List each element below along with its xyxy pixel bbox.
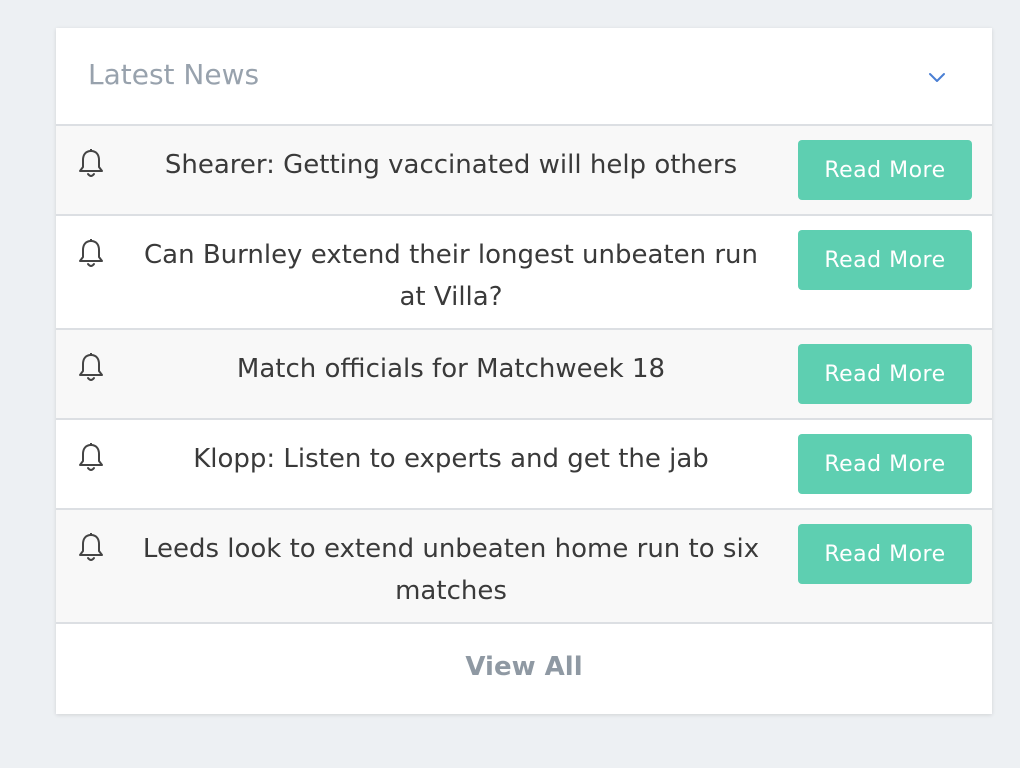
card-footer: View All	[56, 624, 992, 714]
card-header: Latest News	[56, 28, 992, 126]
news-headline: Match officials for Matchweek 18	[236, 354, 666, 384]
read-more-button[interactable]: Read More	[798, 524, 972, 584]
bell-icon	[79, 533, 103, 561]
read-more-button[interactable]: Read More	[798, 140, 972, 200]
chevron-down-icon[interactable]	[926, 66, 948, 88]
bell-icon	[79, 353, 103, 381]
read-more-button[interactable]: Read More	[798, 344, 972, 404]
news-list: Shearer: Getting vaccinated will help ot…	[56, 126, 992, 624]
news-item: Klopp: Listen to experts and get the jab…	[56, 420, 992, 510]
news-headline: Can Burnley extend their longest unbeate…	[143, 240, 759, 312]
latest-news-card: Latest News Shearer: Getting vaccinated …	[56, 28, 992, 714]
news-headline: Leeds look to extend unbeaten home run t…	[142, 534, 760, 606]
view-all-link[interactable]: View All	[56, 652, 992, 682]
news-item: Can Burnley extend their longest unbeate…	[56, 216, 992, 330]
news-headline: Shearer: Getting vaccinated will help ot…	[164, 150, 738, 180]
bell-icon	[79, 149, 103, 177]
read-more-button[interactable]: Read More	[798, 230, 972, 290]
bell-icon	[79, 239, 103, 267]
bell-icon	[79, 443, 103, 471]
news-headline: Klopp: Listen to experts and get the jab	[193, 444, 709, 474]
read-more-button[interactable]: Read More	[798, 434, 972, 494]
card-title: Latest News	[88, 58, 260, 91]
news-item: Leeds look to extend unbeaten home run t…	[56, 510, 992, 624]
news-item: Shearer: Getting vaccinated will help ot…	[56, 126, 992, 216]
news-item: Match officials for Matchweek 18 Read Mo…	[56, 330, 992, 420]
